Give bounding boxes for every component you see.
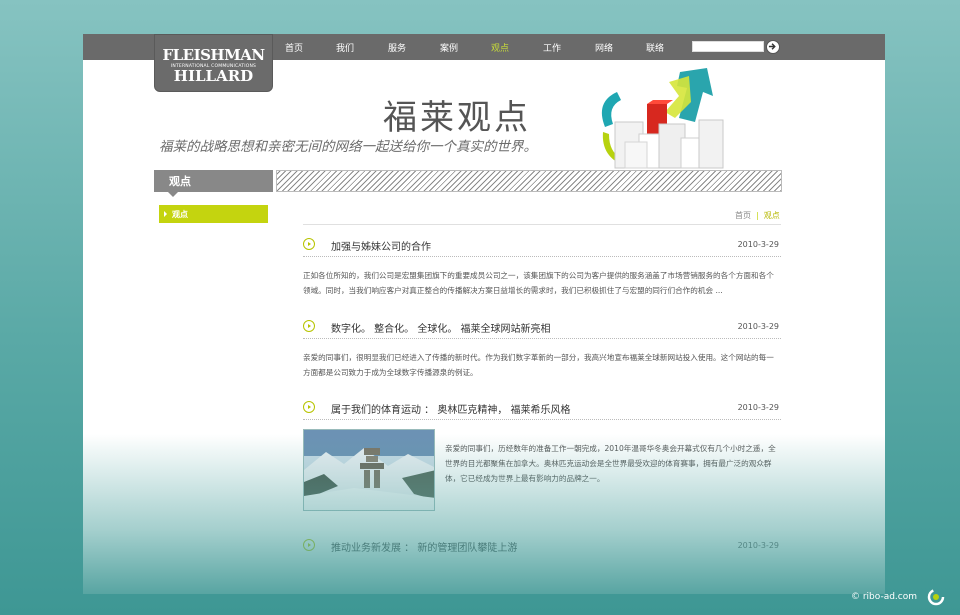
mountain-photo: [304, 430, 434, 510]
logo-line-3: HILLARD: [173, 67, 254, 85]
article-summary: 正如各位所知的，我们公司是宏盟集团旗下的重要成员公司之一，该集团旗下的公司为客户…: [303, 271, 774, 295]
nav-item-cases[interactable]: 案例: [440, 41, 458, 54]
arrow-circle-icon: [303, 238, 315, 250]
arrow-circle-icon: [303, 320, 315, 332]
footer-credit: © ribo-ad.com: [851, 592, 918, 602]
search-button[interactable]: [766, 40, 780, 54]
article-divider: [303, 338, 781, 339]
nav-item-home[interactable]: 首页: [285, 41, 303, 54]
nav-item-about[interactable]: 我们: [336, 41, 354, 54]
arrow-circle-icon: [303, 401, 315, 413]
sidebar-item-insights[interactable]: 观点: [159, 205, 268, 223]
arrow-right-circle-icon: [768, 43, 776, 50]
breadcrumb-divider: [303, 224, 781, 225]
fleishman-hillard-logo[interactable]: FLEISHMAN INTERNATIONAL COMMUNICATIONS H…: [154, 34, 273, 92]
article-divider: [303, 256, 781, 257]
nav-item-network[interactable]: 网络: [595, 41, 613, 54]
sidebar-heading-pointer: [168, 192, 178, 197]
article-thumbnail[interactable]: [303, 429, 435, 511]
breadcrumb-home[interactable]: 首页: [735, 211, 751, 220]
article-date: 2010-3-29: [737, 322, 779, 331]
article-title[interactable]: 加强与姊妹公司的合作: [331, 238, 431, 253]
breadcrumb-current: 观点: [763, 211, 780, 220]
article-divider: [303, 419, 781, 420]
article-summary: 亲爱的同事们，很明显我们已经进入了传播的新时代。作为我们数字革新的一部分，我高兴…: [303, 353, 774, 377]
article-summary: 亲爱的同事们，历经数年的准备工作一朝完成，2010年温哥华冬奥会开幕式仅有几个小…: [445, 444, 776, 483]
article-title[interactable]: 数字化。 整合化。 全球化。 福莱全球网站新亮相: [331, 320, 551, 335]
nav-item-contact[interactable]: 联络: [646, 41, 664, 54]
ribo-logo-icon: [927, 588, 945, 606]
article-title[interactable]: 属于我们的体育运动 ： 奥林匹克精神， 福莱希乐风格: [331, 401, 571, 416]
nav-item-services[interactable]: 服务: [388, 41, 406, 54]
banner-slogan: 福莱的战略思想和亲密无间的网络一起送给你一个真实的世界。: [159, 139, 537, 155]
article-title[interactable]: 推动业务新发展 ： 新的管理团队攀陡上游: [331, 539, 517, 554]
hatched-divider: [276, 170, 782, 192]
banner-title: 福莱观点: [383, 98, 531, 138]
article-date: 2010-3-29: [737, 240, 779, 249]
sidebar-heading: 观点: [154, 170, 273, 192]
nav-item-insights[interactable]: 观点: [491, 41, 509, 54]
arrow-circle-icon: [303, 539, 315, 551]
growth-chart-illustration: [601, 68, 724, 169]
logo-line-1: FLEISHMAN: [162, 46, 265, 64]
breadcrumb-separator: |: [756, 211, 759, 220]
search-input[interactable]: [692, 41, 764, 52]
breadcrumb: 首页 | 观点: [735, 210, 780, 221]
article-date: 2010-3-29: [737, 541, 779, 550]
nav-item-careers[interactable]: 工作: [543, 41, 561, 54]
page-container: 首页 我们 服务 案例 观点 工作 网络 联络 FLEISHMAN INTERN…: [83, 34, 885, 594]
article-date: 2010-3-29: [737, 403, 779, 412]
